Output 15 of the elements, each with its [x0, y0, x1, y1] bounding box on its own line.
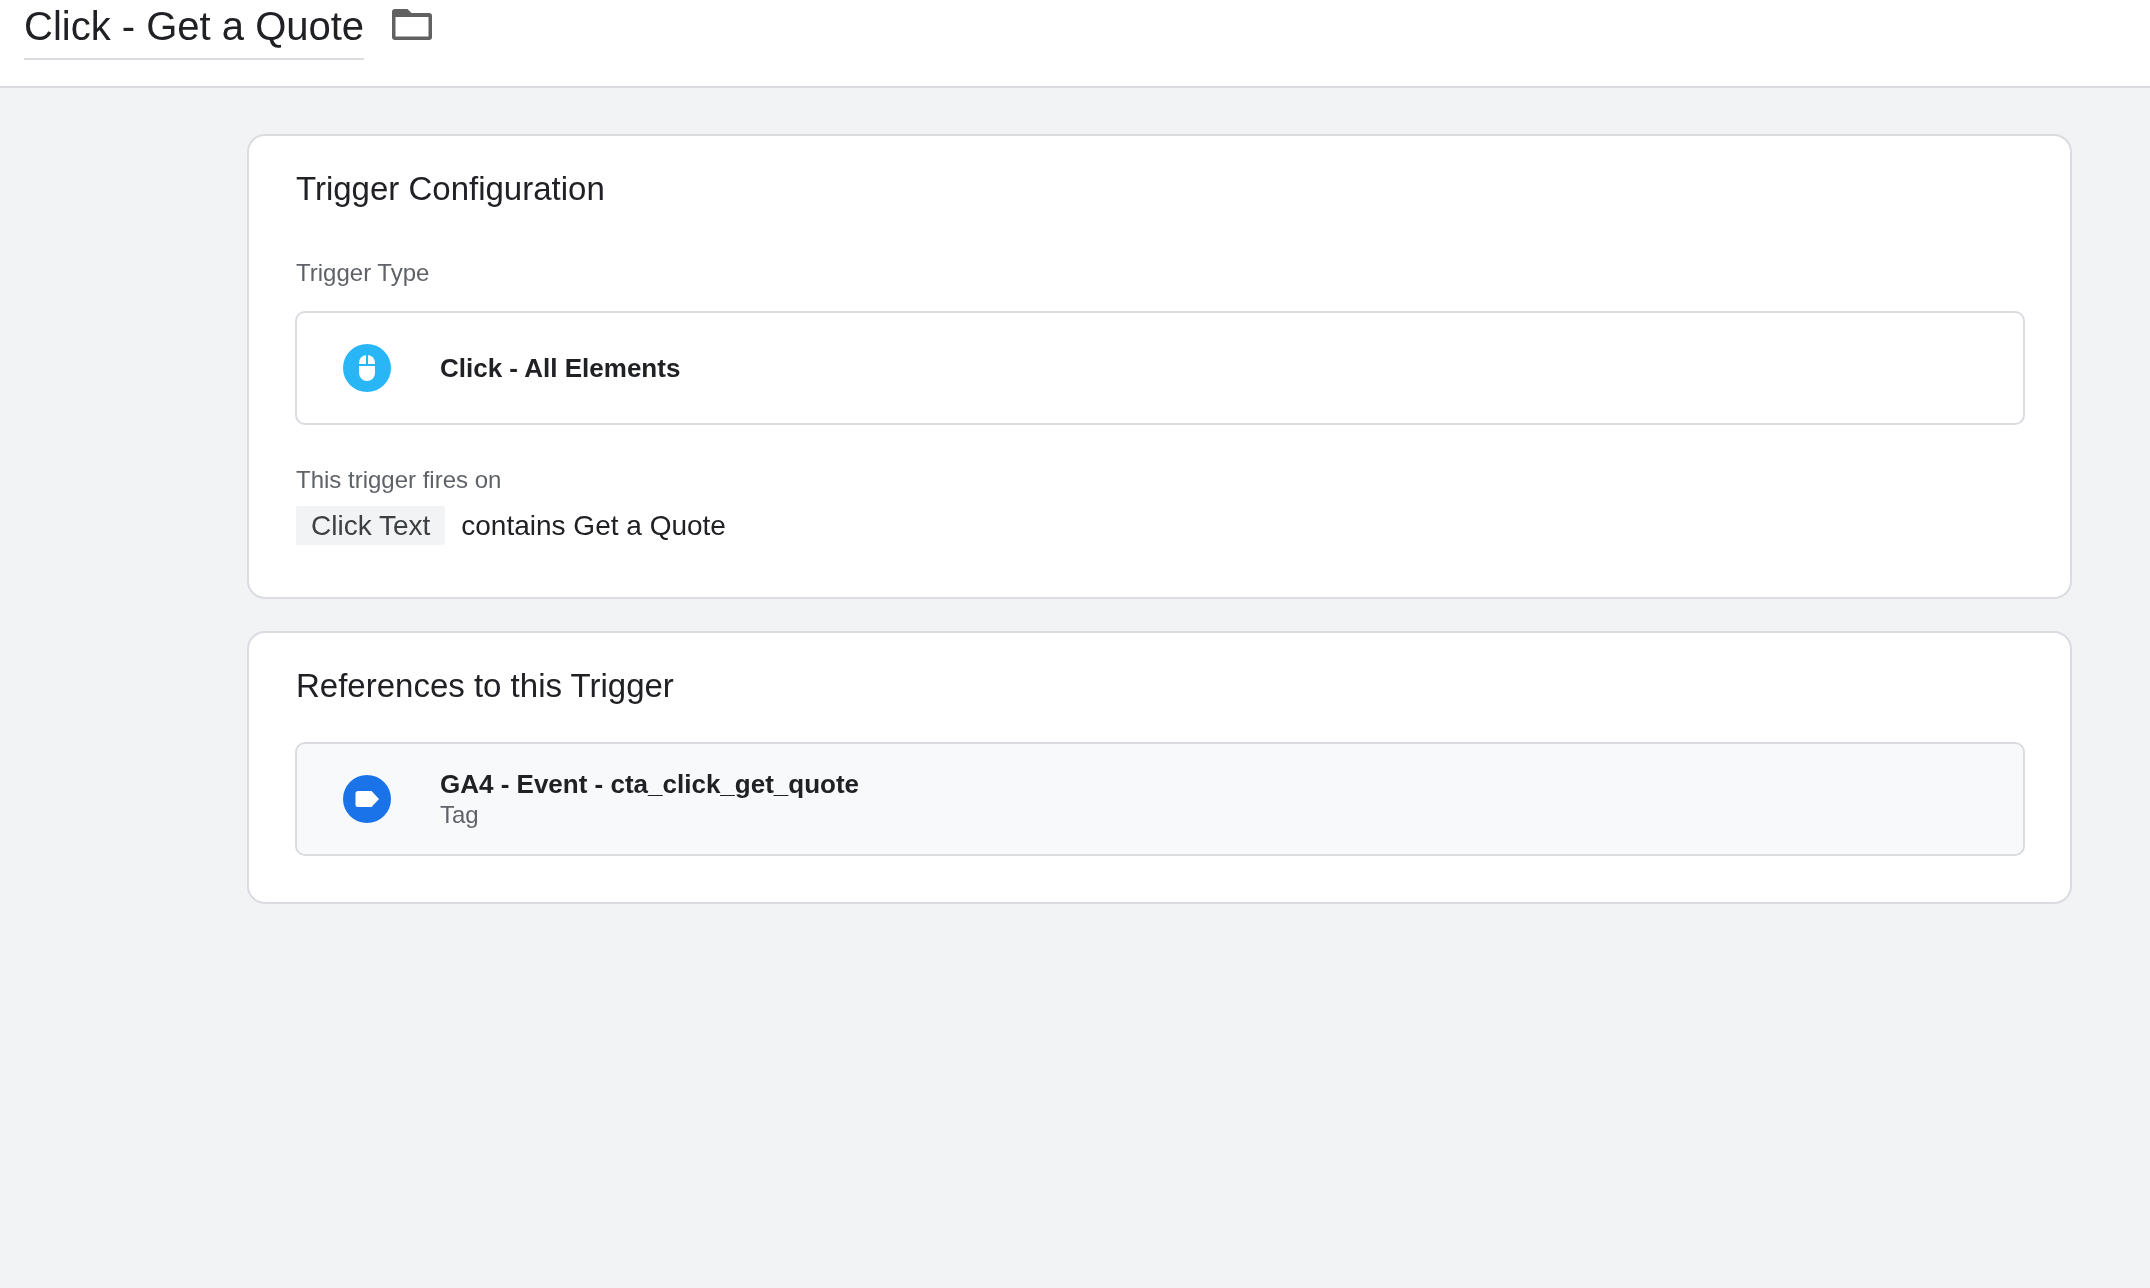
reference-type: Tag	[440, 800, 479, 830]
mouse-icon	[343, 344, 391, 392]
condition-text: contains Get a Quote	[461, 509, 726, 543]
card-title: Trigger Configuration	[296, 169, 605, 209]
variable-chip: Click Text	[296, 506, 446, 545]
trigger-type-panel[interactable]: Click - All Elements	[295, 311, 2025, 425]
folder-icon[interactable]	[392, 8, 433, 40]
field-label: This trigger fires on	[296, 465, 502, 495]
reference-name: GA4 - Event - cta_click_get_quote	[440, 768, 860, 800]
reference-item[interactable]: GA4 - Event - cta_click_get_quote Tag	[295, 742, 2025, 856]
trigger-type-name: Click - All Elements	[440, 352, 681, 384]
field-label: Trigger Type	[296, 258, 430, 288]
card-title: References to this Trigger	[296, 666, 674, 706]
tag-icon	[343, 775, 391, 823]
trigger-name-field[interactable]: Click - Get a Quote	[24, 3, 365, 60]
